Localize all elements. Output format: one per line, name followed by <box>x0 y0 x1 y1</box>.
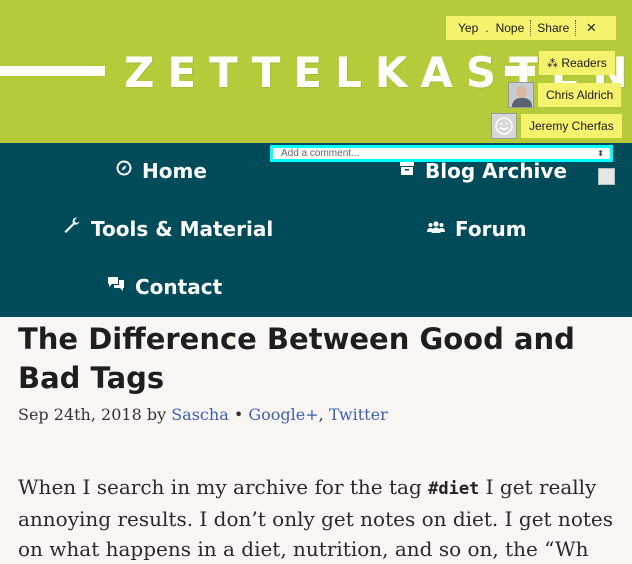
readers-icon: ⁂ <box>547 58 558 70</box>
yep-button[interactable]: Yep <box>458 16 478 40</box>
close-icon[interactable]: × <box>586 16 596 40</box>
nav-forum-label: Forum <box>455 217 527 241</box>
article-paragraph: When I search in my archive for the tag … <box>18 472 618 564</box>
readers-button[interactable]: ⁂ Readers <box>539 51 615 75</box>
article-title: The Difference Between Good and Bad Tags <box>18 322 575 395</box>
header-stripe-left <box>0 66 105 76</box>
comment-input[interactable]: Add a comment... ⬍ <box>270 145 613 162</box>
paragraph-text: When I search in my archive for the tag <box>18 475 429 499</box>
comma: , <box>318 405 324 424</box>
compass-icon <box>116 157 132 185</box>
article-meta: Sep 24th, 2018 by Sascha • Google+, Twit… <box>18 403 388 427</box>
nav-tools-label: Tools & Material <box>91 217 274 241</box>
users-icon <box>427 215 445 243</box>
overlay-handle[interactable] <box>598 168 615 185</box>
wrench-icon <box>63 215 81 243</box>
avatar <box>508 82 534 108</box>
smiley-icon <box>495 117 513 135</box>
readers-label: Readers <box>561 56 607 70</box>
reader-name: Chris Aldrich <box>538 83 622 107</box>
nav-tools-material[interactable]: Tools & Material <box>63 215 273 243</box>
toolbar-divider <box>575 20 577 36</box>
nav-forum[interactable]: Forum <box>427 215 527 243</box>
share-button[interactable]: Share <box>537 16 569 40</box>
toolbar-divider <box>530 20 532 36</box>
nav-contact-label: Contact <box>135 275 223 299</box>
separator-dot: . <box>485 21 489 35</box>
reader-name: Jeremy Cherfas <box>521 114 622 138</box>
main-navigation: Home Blog Archive Tools & Material Forum… <box>0 143 632 317</box>
twitter-link[interactable]: Twitter <box>329 405 388 424</box>
comment-placeholder: Add a comment... <box>281 148 360 159</box>
avatar <box>491 113 517 139</box>
author-link[interactable]: Sascha <box>171 405 229 424</box>
resize-icon[interactable]: ⬍ <box>597 148 604 159</box>
reader-jeremy-cherfas[interactable]: Jeremy Cherfas <box>491 113 622 139</box>
comments-icon <box>107 273 125 301</box>
reader-chris-aldrich[interactable]: Chris Aldrich <box>508 82 622 108</box>
post-date: Sep 24th, 2018 <box>18 405 142 424</box>
nav-contact[interactable]: Contact <box>107 273 222 301</box>
google-plus-link[interactable]: Google+ <box>248 405 318 424</box>
by-label: by <box>146 405 167 424</box>
nav-home-label: Home <box>142 159 207 183</box>
tag-code: #diet <box>428 479 480 499</box>
nope-button[interactable]: Nope <box>496 16 525 40</box>
annotation-toolbar: Yep . Nope Share × <box>446 16 616 40</box>
nav-home[interactable]: Home <box>116 157 207 185</box>
bullet: • <box>233 405 244 424</box>
